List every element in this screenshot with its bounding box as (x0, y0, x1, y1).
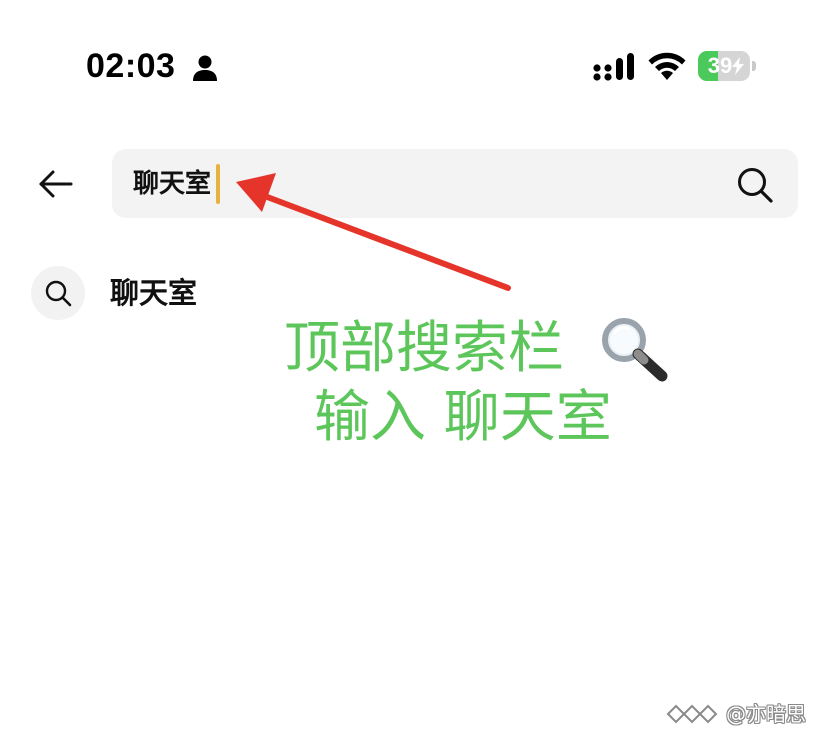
battery-indicator: 39 (698, 51, 756, 81)
watermark-logo-icon (666, 704, 718, 724)
suggestion-icon-circle (31, 266, 85, 320)
magnifier-icon (602, 318, 668, 382)
battery-body: 39 (698, 51, 750, 81)
watermark: @亦暗思 (666, 700, 822, 728)
charging-bolt-icon (732, 57, 744, 75)
search-icon (45, 280, 72, 307)
search-suggestion[interactable]: 聊天室 (30, 266, 790, 320)
arrow-left-icon (39, 170, 73, 198)
battery-cap (752, 61, 756, 71)
wifi-icon (648, 52, 686, 80)
annotation-line-1: 顶部搜索栏 (284, 316, 564, 381)
search-icon (738, 168, 773, 203)
suggestion-label: 聊天室 (110, 276, 198, 310)
search-bar: 聊天室 (112, 149, 798, 218)
cellular-signal-icon (593, 53, 634, 81)
watermark-text: @亦暗思 (726, 702, 806, 726)
search-button[interactable] (734, 164, 776, 206)
status-time: 02:03 (86, 47, 176, 85)
person-fill-icon (193, 55, 217, 81)
back-button[interactable] (30, 160, 82, 208)
text-cursor (216, 164, 220, 204)
annotation-line-2: 输入 聊天室 (314, 385, 612, 450)
search-screen: 02:03 39 聊天室 聊天室 顶部搜索栏 输入 聊天室 @亦暗思 (0, 0, 829, 740)
